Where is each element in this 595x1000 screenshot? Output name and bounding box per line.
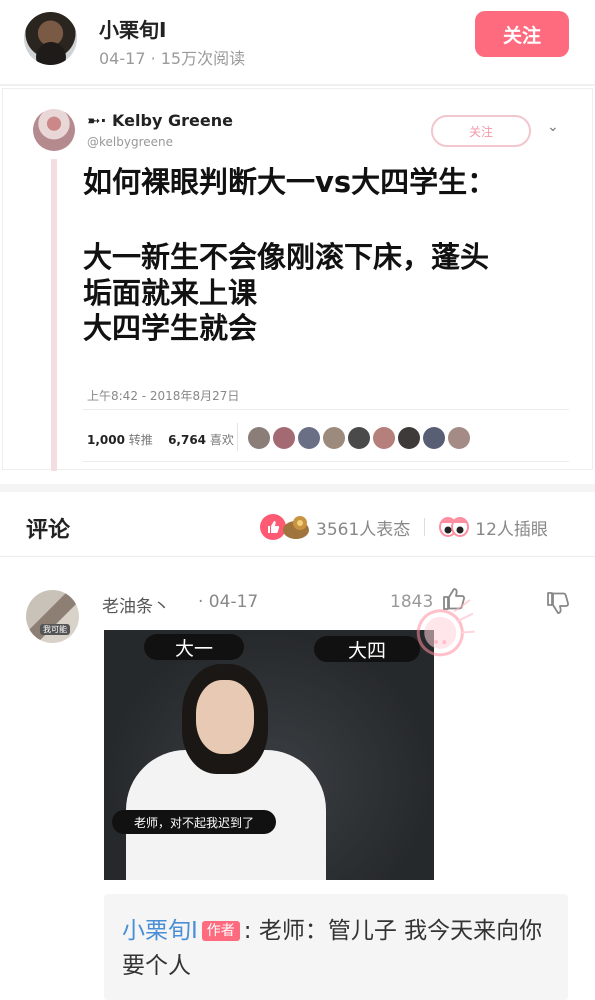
image-figure-face [196, 680, 254, 754]
tweet-thread-line [51, 159, 57, 471]
tweet-stats-separator [237, 423, 238, 451]
image-label-right: 大四 [314, 636, 420, 662]
tweet-timestamp: 上午8:42 - 2018年8月27日 [87, 389, 240, 403]
thumbs-down-icon[interactable] [545, 590, 571, 620]
liker-avatar [348, 427, 370, 449]
tweet-divider [83, 461, 569, 462]
tweet-screenshot[interactable]: ➼· Kelby Greene @kelbygreene 关注 ⌄ 如何裸眼判断… [2, 88, 593, 471]
liker-avatar [398, 427, 420, 449]
tweet-text: 如何裸眼判断大一vs大四学生： 大一新生不会像刚滚下床，蓬头 垢面就来上课 大四… [83, 165, 496, 347]
header-divider [0, 84, 595, 86]
retweet-count: 1,000 [87, 433, 125, 447]
reaction-summary[interactable]: 3561人表态 12人插眼 [260, 514, 548, 540]
emoji-reaction-icon [282, 514, 310, 540]
like-label: 喜欢 [209, 433, 234, 447]
author-reply[interactable]: 小栗旬I 作者: 老师：管儿子 我今天来向你要个人 [104, 894, 568, 1000]
liker-avatar [298, 427, 320, 449]
tweet-avatar [33, 109, 75, 151]
liker-avatar [448, 427, 470, 449]
tweet-stats: 1,000 转推 6,764 喜欢 [87, 431, 234, 448]
follow-button[interactable]: 关注 [475, 11, 569, 57]
like-count: 6,764 [168, 433, 207, 447]
chevron-down-icon: ⌄ [547, 119, 559, 135]
author-avatar[interactable] [24, 12, 77, 65]
comment-date: · 04-17 [198, 592, 259, 612]
tweet-divider [83, 409, 569, 410]
tweet-follow-button: 关注 [431, 115, 531, 147]
liker-avatar [273, 427, 295, 449]
liker-avatar [323, 427, 345, 449]
retweet-label: 转推 [128, 433, 153, 447]
author-name[interactable]: 小栗旬I [99, 14, 166, 43]
reply-text: 小栗旬I 作者: 老师：管儿子 我今天来向你要个人 [122, 914, 552, 984]
liker-avatar [248, 427, 270, 449]
comments-divider [0, 556, 595, 557]
tweet-line: 大四学生就会 [83, 311, 258, 346]
tweet-line: 如何裸眼判断大一vs大四学生： [83, 165, 497, 199]
eyes-icon [439, 515, 470, 539]
tweet-handle: @kelbygreene [87, 135, 173, 149]
liker-avatars [248, 427, 470, 449]
author-badge: 作者 [201, 921, 240, 941]
comment-image[interactable]: 大一 大四 老师，对不起我迟到了 [104, 630, 434, 880]
commenter-avatar[interactable]: 我可能 [26, 590, 79, 643]
tweet-line: 大一新生不会像刚滚下床，蓬头 [83, 240, 490, 275]
separator [424, 518, 426, 536]
tweet-line: 垢面就来上课 [83, 275, 258, 310]
avatar-badge: 我可能 [40, 624, 70, 635]
liker-avatar [373, 427, 395, 449]
section-spacer [0, 484, 595, 492]
post-header: 小栗旬I 04-17 · 15万次阅读 关注 [0, 0, 595, 80]
image-subtitle: 老师，对不起我迟到了 [112, 810, 276, 834]
eyes-count: 12人插眼 [475, 519, 548, 540]
tweet-author-name: ➼· Kelby Greene [87, 111, 233, 130]
image-label-left: 大一 [144, 634, 244, 660]
post-meta: 04-17 · 15万次阅读 [99, 49, 246, 68]
liker-avatar [423, 427, 445, 449]
reply-author-name[interactable]: 小栗旬I [122, 918, 198, 944]
commenter-name[interactable]: 老油条丶 [102, 592, 170, 617]
hot-comment-stamp-icon [405, 596, 484, 667]
reaction-count: 3561人表态 [316, 519, 411, 540]
comments-title: 评论 [26, 518, 71, 543]
